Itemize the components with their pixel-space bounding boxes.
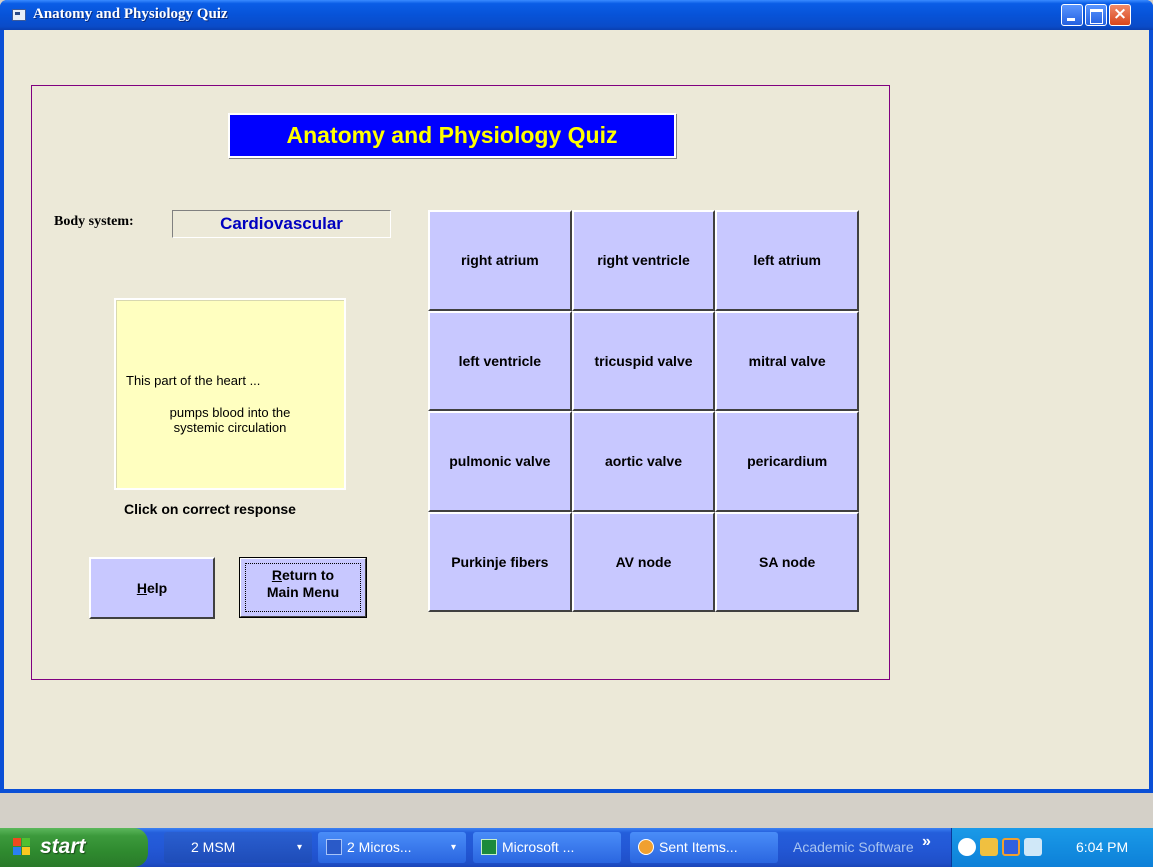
toolbar-chevron-icon[interactable]: »	[922, 833, 931, 851]
chevron-down-icon: ▾	[450, 842, 456, 853]
instruction-text: Click on correct response	[124, 501, 296, 517]
title-bar[interactable]: Anatomy and Physiology Quiz ×	[0, 0, 1153, 30]
close-icon: ×	[1112, 4, 1128, 24]
taskbar-clock[interactable]: 6:04 PM	[1076, 839, 1128, 855]
help-label: elp	[146, 580, 168, 596]
word-icon	[326, 839, 342, 855]
network-icon[interactable]	[1024, 838, 1042, 856]
window-client-area: Anatomy and Physiology Quiz Body system:…	[4, 30, 1149, 789]
system-tray: 6:04 PM	[951, 828, 1153, 867]
taskbar-item-label: 2 MSM	[191, 839, 236, 855]
outlook-icon	[638, 839, 654, 855]
answer-button[interactable]: mitral valve	[715, 310, 859, 411]
desktop-strip	[0, 793, 1153, 828]
start-button[interactable]: start	[0, 828, 148, 867]
excel-icon	[481, 839, 497, 855]
help-mnemonic: H	[136, 580, 147, 596]
taskbar-item-label: 2 Micros...	[347, 839, 412, 855]
question-prompt: This part of the heart ...	[126, 373, 261, 388]
question-box: This part of the heart ... pumps blood i…	[114, 298, 346, 490]
app-window-icon[interactable]	[12, 9, 26, 21]
taskbar-item-outlook[interactable]: Sent Items...	[630, 832, 778, 863]
answer-button[interactable]: aortic valve	[571, 411, 716, 512]
window-title: Anatomy and Physiology Quiz	[33, 6, 228, 22]
taskbar-item-msm[interactable]: 2 MSM ▾	[164, 832, 312, 863]
tray-app-icon[interactable]	[980, 838, 998, 856]
maximize-button[interactable]	[1085, 4, 1107, 26]
answer-button[interactable]: left atrium	[715, 210, 859, 311]
answer-button[interactable]: left ventricle	[428, 310, 572, 411]
toolbar-academic-software[interactable]: Academic Software	[793, 839, 914, 855]
quiz-title: Anatomy and Physiology Quiz	[228, 113, 676, 158]
return-to-main-menu-button[interactable]: Return to Main Menu	[239, 557, 367, 618]
answer-grid: right atrium right ventricle left atrium…	[428, 210, 859, 612]
folder-icon	[172, 839, 186, 855]
quiz-frame: Anatomy and Physiology Quiz Body system:…	[31, 85, 890, 680]
question-clue: pumps blood into the systemic circulatio…	[169, 405, 291, 435]
taskbar: start 2 MSM ▾ 2 Micros... ▾ Microsoft ... …	[0, 828, 1153, 867]
taskbar-item-label: Sent Items...	[659, 839, 738, 855]
start-label: start	[40, 835, 86, 858]
body-system-label: Body system:	[54, 214, 134, 229]
taskbar-item-excel[interactable]: Microsoft ...	[473, 832, 621, 863]
answer-button[interactable]: right atrium	[428, 210, 572, 311]
help-button[interactable]: Help	[89, 557, 215, 619]
chevron-down-icon: ▾	[296, 842, 302, 853]
answer-button[interactable]: pulmonic valve	[428, 411, 572, 512]
minimize-button[interactable]	[1061, 4, 1083, 26]
app-window: Anatomy and Physiology Quiz × Anatomy an…	[0, 0, 1153, 793]
focus-rectangle	[245, 563, 361, 612]
answer-button[interactable]: SA node	[715, 511, 859, 612]
taskbar-item-word[interactable]: 2 Micros... ▾	[318, 832, 466, 863]
body-system-value: Cardiovascular	[172, 210, 391, 238]
answer-button[interactable]: right ventricle	[571, 210, 716, 311]
answer-button[interactable]: Purkinje fibers	[428, 511, 572, 612]
tray-clock-icon[interactable]	[1002, 838, 1020, 856]
close-button[interactable]: ×	[1109, 4, 1131, 26]
windows-logo-icon	[13, 838, 31, 856]
taskbar-item-label: Microsoft ...	[502, 839, 575, 855]
back-arrow-icon[interactable]	[958, 838, 976, 856]
answer-button[interactable]: AV node	[571, 511, 716, 612]
answer-button[interactable]: tricuspid valve	[571, 310, 716, 411]
answer-button[interactable]: pericardium	[715, 411, 859, 512]
